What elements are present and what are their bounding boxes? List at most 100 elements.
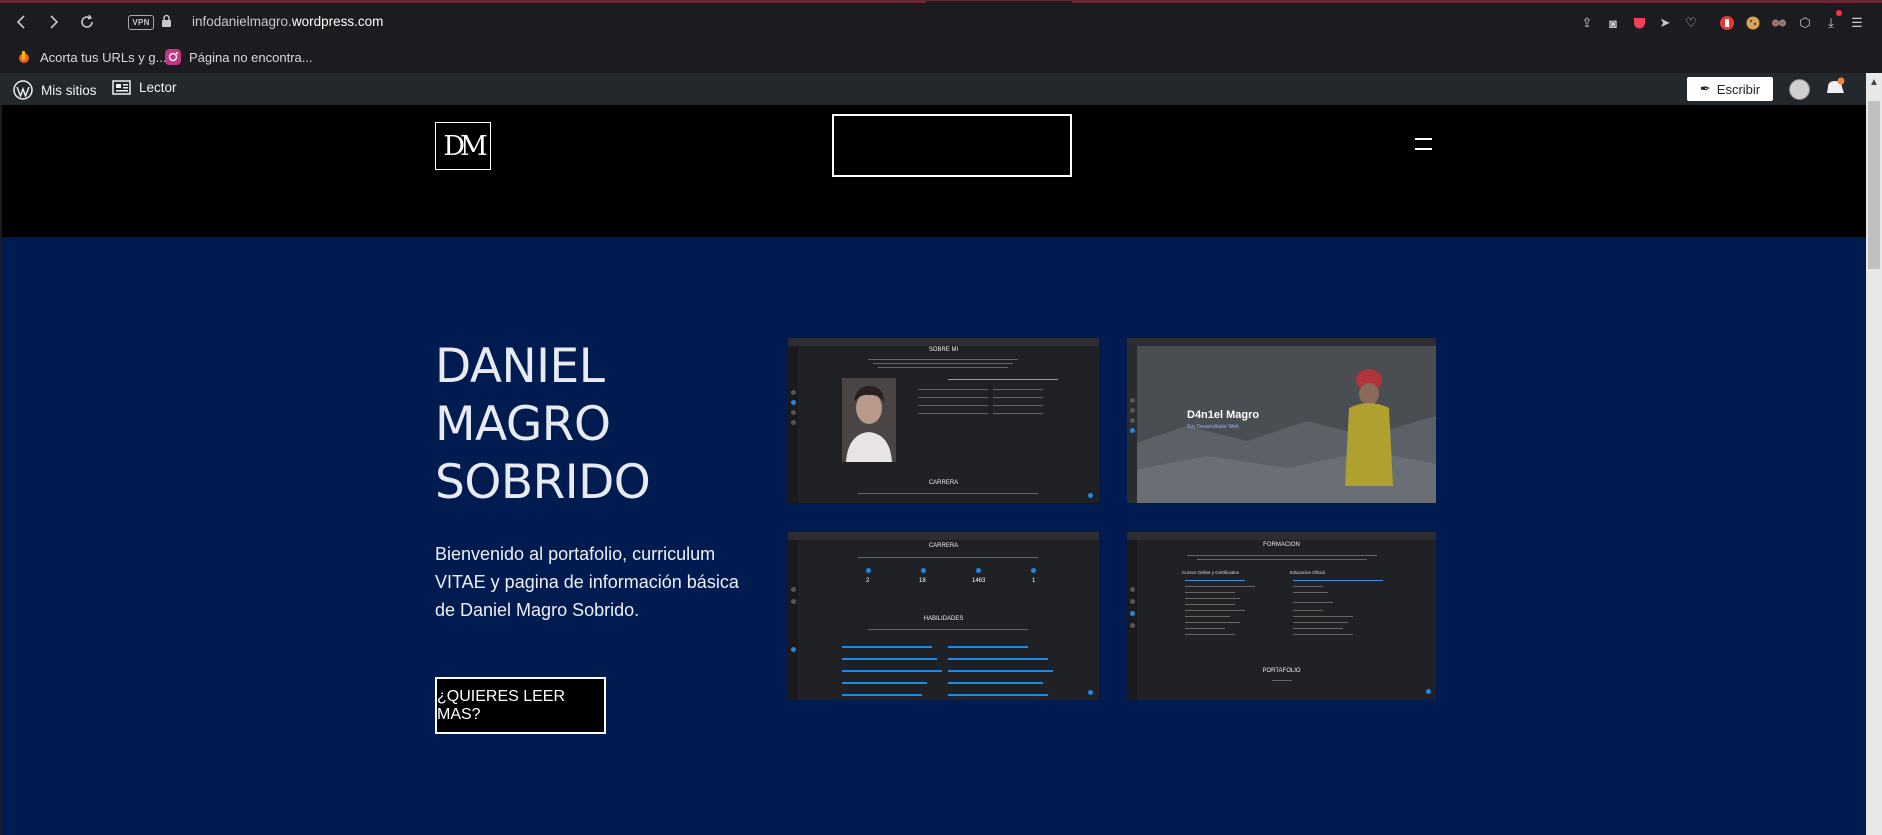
- skill-bar: [842, 694, 922, 696]
- site-header: DM: [2, 105, 1866, 237]
- text-line: [918, 413, 988, 414]
- quill-icon: ✒: [1699, 81, 1711, 96]
- header-search-box[interactable]: [832, 114, 1072, 177]
- bookmark-item[interactable]: Página no encontra...: [165, 49, 313, 65]
- text-line: [1293, 602, 1333, 603]
- avatar[interactable]: [1789, 79, 1810, 100]
- screenshot-browser-bar: [1127, 338, 1436, 346]
- scroll-up-icon[interactable]: ▲: [1869, 77, 1879, 88]
- text-line: [993, 405, 1043, 406]
- hero-title-line: MAGRO: [435, 397, 611, 452]
- forward-icon[interactable]: [43, 11, 65, 33]
- share-icon[interactable]: ⇪: [1574, 12, 1600, 34]
- send-icon[interactable]: ➤: [1652, 12, 1678, 34]
- text-line: [948, 379, 1058, 380]
- text-line: [1293, 610, 1323, 611]
- my-sites-label: Mis sitios: [41, 82, 97, 98]
- screenshot-browser-bar: [788, 532, 1099, 540]
- stat-icon: [921, 568, 926, 573]
- pocket-icon[interactable]: [1626, 12, 1652, 34]
- sidebar-dot: [1130, 587, 1135, 592]
- sidebar-dot: [791, 420, 796, 425]
- column-heading: Cursos Online y Certificados: [1182, 570, 1240, 575]
- cookie-icon[interactable]: [1740, 12, 1766, 34]
- text-line: [1185, 610, 1245, 611]
- text-line: [1185, 634, 1235, 635]
- text-line: [858, 493, 1038, 494]
- reload-icon[interactable]: [76, 11, 98, 33]
- hero-title-line: DANIEL: [435, 339, 605, 394]
- text-line: [1293, 592, 1328, 593]
- portfolio-screenshot-skills[interactable]: CARRERA 2 18 1463 1 HABILIDADES: [788, 532, 1099, 700]
- skill-bar: [948, 682, 1043, 684]
- text-line: [868, 629, 1028, 630]
- extension-mask-icon[interactable]: [1766, 12, 1792, 34]
- sidebar-dot: [1130, 611, 1135, 616]
- sidebar-dot: [791, 390, 796, 395]
- menu-icon[interactable]: ☰: [1844, 12, 1870, 34]
- stat-icon: [866, 568, 871, 573]
- notifications-icon[interactable]: [1826, 77, 1846, 104]
- text-line: [1293, 616, 1353, 617]
- text-line: [1185, 628, 1225, 629]
- stat-value: 2: [866, 578, 870, 584]
- browser-toolbar: VPN infodanielmagro.wordpress.com ⇪ ◙ ➤ …: [0, 0, 1882, 43]
- sidebar-dot: [791, 599, 796, 604]
- download-icon[interactable]: ⤓: [1818, 10, 1844, 34]
- url-prefix: infodanielmagro.: [192, 14, 292, 29]
- lock-icon[interactable]: [161, 14, 172, 33]
- scroll-thumb[interactable]: [1868, 101, 1880, 269]
- text-line: [858, 557, 1038, 558]
- hamburger-menu-icon[interactable]: [1415, 138, 1432, 150]
- reader-menu[interactable]: Lector: [112, 80, 177, 95]
- hero-title: DANIEL MAGRO SOBRIDO: [435, 338, 765, 512]
- stat-value: 18: [919, 578, 926, 584]
- portfolio-screenshot-education[interactable]: FORMACION Cursos Online y Certificados E…: [1127, 532, 1436, 700]
- text-line: [873, 363, 1013, 364]
- screenshot-browser-bar: [788, 338, 1099, 346]
- back-icon[interactable]: [10, 11, 32, 33]
- stat-value: 1463: [972, 578, 986, 584]
- instagram-icon: [165, 49, 181, 65]
- address-bar[interactable]: infodanielmagro.wordpress.com: [192, 14, 383, 29]
- skill-bar: [842, 646, 932, 648]
- skill-bar: [948, 670, 1053, 672]
- camera-icon[interactable]: ◙: [1600, 12, 1626, 34]
- text-line: [993, 397, 1043, 398]
- text-line: [918, 389, 988, 390]
- screenshot-heading: SOBRE MI: [928, 347, 959, 353]
- heart-icon[interactable]: ♡: [1678, 12, 1704, 34]
- cube-icon[interactable]: ⬡: [1792, 12, 1818, 34]
- sidebar-dot: [1130, 428, 1135, 433]
- portfolio-screenshot-about[interactable]: SOBRE MI CARRERA: [788, 338, 1099, 503]
- screenshot-heading: CARRERA: [928, 543, 959, 549]
- profile-photo: [842, 378, 896, 462]
- read-more-button[interactable]: ¿QUIERES LEER MAS?: [435, 677, 606, 734]
- site-logo[interactable]: DM: [435, 122, 491, 170]
- bookmark-label: Acorta tus URLs y g...: [40, 49, 167, 65]
- write-label: Escribir: [1716, 81, 1761, 97]
- my-sites-menu[interactable]: Mis sitios: [13, 80, 97, 100]
- screenshot-heading: CARRERA: [928, 480, 959, 486]
- sidebar-dot: [1130, 599, 1135, 604]
- skill-bar: [842, 670, 942, 672]
- text-line: [1185, 604, 1235, 605]
- text-line: [1185, 580, 1245, 581]
- sidebar-dot: [791, 400, 796, 405]
- page-scrollbar[interactable]: ▲: [1866, 73, 1882, 835]
- portfolio-screenshot-intro[interactable]: D4n1el Magro Soy Desarrollador Web: [1127, 338, 1436, 503]
- bitly-icon: [19, 51, 29, 63]
- tab-accent: [0, 1, 926, 3]
- text-line: [1293, 628, 1343, 629]
- hero-title-line: SOBRIDO: [435, 455, 651, 510]
- screenshot-sidebar: [1127, 540, 1137, 700]
- bookmark-item[interactable]: Acorta tus URLs y g...: [16, 49, 166, 65]
- sidebar-dot: [791, 647, 796, 652]
- skill-bar: [948, 694, 1048, 696]
- sidebar-dot: [1130, 418, 1135, 423]
- adblock-icon[interactable]: [1714, 12, 1740, 34]
- tab-accent: [1072, 1, 1882, 3]
- vpn-badge[interactable]: VPN: [128, 15, 154, 30]
- write-button[interactable]: ✒ Escribir: [1687, 77, 1773, 101]
- hero-description: Bienvenido al portafolio, curriculum VIT…: [435, 544, 739, 620]
